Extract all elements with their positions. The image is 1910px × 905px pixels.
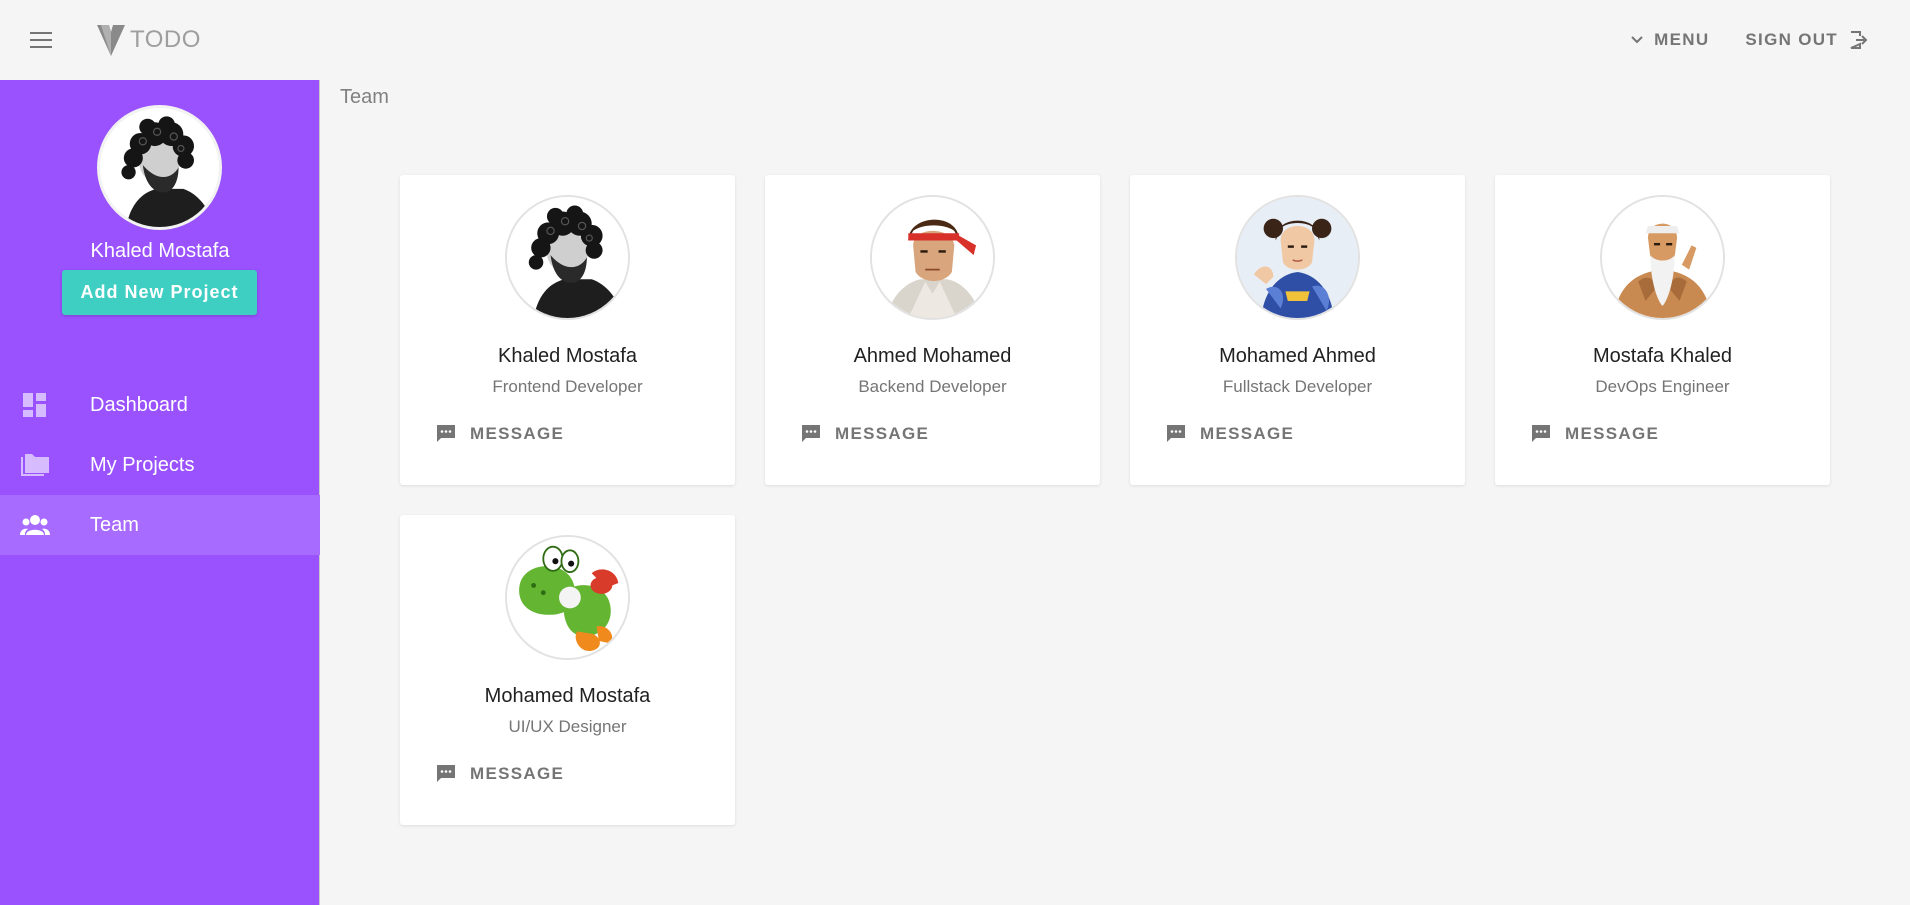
member-avatar-image (1602, 197, 1723, 318)
navigation-drawer: Khaled Mostafa Add New Project Dashboard… (0, 80, 320, 905)
avatar (1235, 195, 1360, 320)
avatar (505, 195, 630, 320)
member-role: DevOps Engineer (1595, 377, 1730, 396)
avatar (505, 535, 630, 660)
menu-label: MENU (1654, 30, 1710, 49)
brand[interactable]: TODO (96, 22, 201, 58)
member-role: Frontend Developer (492, 377, 643, 396)
message-label: MESSAGE (1200, 424, 1295, 443)
member-name: Mohamed Ahmed (1219, 345, 1376, 367)
menu-button[interactable]: MENU (1612, 24, 1727, 56)
message-icon (802, 425, 820, 442)
message-button[interactable]: MESSAGE (801, 419, 929, 449)
app-bar: TODO MENU SIGN OUT (0, 0, 1910, 80)
dashboard-icon (23, 393, 46, 417)
app-title: TODO (130, 26, 201, 53)
add-new-project-button[interactable]: Add New Project (62, 270, 257, 315)
message-label: MESSAGE (470, 424, 565, 443)
people-icon (20, 515, 50, 535)
vuetify-logo-icon (97, 25, 125, 56)
sidebar-item-label: My Projects (90, 453, 195, 476)
team-member-card: Khaled Mostafa Frontend Developer MESSAG… (400, 175, 735, 485)
avatar (97, 105, 222, 230)
member-name: Ahmed Mohamed (853, 345, 1012, 367)
message-label: MESSAGE (470, 764, 565, 783)
team-member-card: Mostafa Khaled DevOps Engineer MESSAGE (1495, 175, 1830, 485)
top-actions: MENU SIGN OUT (1612, 24, 1886, 56)
message-button[interactable]: MESSAGE (1166, 419, 1294, 449)
message-button[interactable]: MESSAGE (436, 419, 564, 449)
member-avatar-image (1237, 197, 1358, 318)
team-member-card: Mohamed Ahmed Fullstack Developer MESSAG… (1130, 175, 1465, 485)
member-name: Khaled Mostafa (498, 345, 637, 367)
sign-out-label: SIGN OUT (1745, 30, 1838, 49)
nav-list: Dashboard My Projects Team (0, 375, 320, 555)
member-name: Mohamed Mostafa (484, 685, 651, 707)
avatar (870, 195, 995, 320)
member-role: UI/UX Designer (508, 717, 627, 736)
team-member-card: Ahmed Mohamed Backend Developer MESSAGE (765, 175, 1100, 485)
member-avatar-image (507, 537, 628, 658)
member-name: Mostafa Khaled (1593, 345, 1732, 367)
member-role: Backend Developer (858, 377, 1007, 396)
team-member-card: Mohamed Mostafa UI/UX Designer MESSAGE (400, 515, 735, 825)
hamburger-icon[interactable] (28, 28, 56, 52)
message-label: MESSAGE (835, 424, 930, 443)
member-avatar-image (872, 197, 993, 318)
message-icon (1167, 425, 1185, 442)
sidebar-item-team[interactable]: Team (0, 495, 320, 555)
message-icon (437, 765, 455, 782)
sign-out-button[interactable]: SIGN OUT (1727, 24, 1886, 56)
sidebar-item-my-projects[interactable]: My Projects (0, 435, 320, 495)
message-button[interactable]: MESSAGE (1531, 419, 1659, 449)
user-name: Khaled Mostafa (90, 240, 230, 262)
message-button[interactable]: MESSAGE (436, 759, 564, 789)
page-title: Team (340, 86, 389, 108)
message-icon (437, 425, 455, 442)
sidebar-item-dashboard[interactable]: Dashboard (0, 375, 320, 435)
chevron-down-icon (1631, 36, 1643, 44)
avatar (1600, 195, 1725, 320)
member-avatar-image (507, 197, 628, 318)
sidebar-item-label: Dashboard (90, 393, 188, 416)
folder-icon (21, 454, 49, 476)
message-icon (1532, 425, 1550, 442)
message-label: MESSAGE (1565, 424, 1660, 443)
sidebar-item-label: Team (90, 513, 139, 536)
member-role: Fullstack Developer (1222, 377, 1373, 396)
user-avatar-image (100, 108, 219, 227)
exit-icon (1850, 31, 1868, 49)
